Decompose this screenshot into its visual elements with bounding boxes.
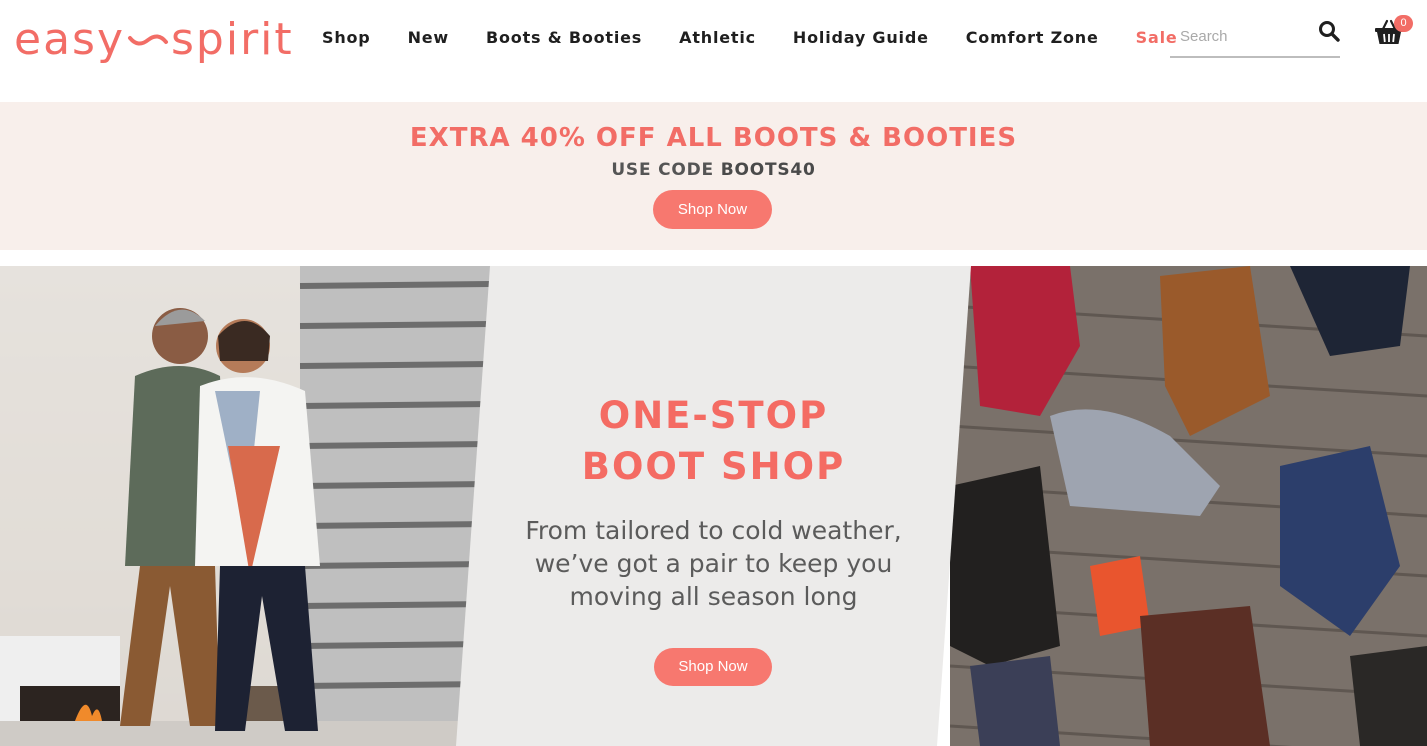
hero-banner[interactable]: ONE-STOP BOOT SHOP From tailored to cold… bbox=[0, 266, 1427, 746]
nav-item-boots-booties[interactable]: Boots & Booties bbox=[486, 28, 642, 47]
nav-item-holiday-guide[interactable]: Holiday Guide bbox=[793, 28, 929, 47]
nav-item-new[interactable]: New bbox=[408, 28, 449, 47]
hero-subtitle-line-1: From tailored to cold weather, bbox=[525, 516, 902, 545]
cart-button[interactable]: 0 bbox=[1374, 14, 1414, 46]
promo-shop-now-button[interactable]: Shop Now bbox=[653, 190, 772, 229]
hero-title: ONE-STOP BOOT SHOP bbox=[456, 390, 971, 492]
promo-code-line: USE CODE BOOTS40 bbox=[0, 160, 1427, 180]
logo-text-easy: easy bbox=[14, 14, 125, 65]
hero-subtitle-line-3: moving all season long bbox=[569, 582, 858, 611]
promo-code: BOOTS40 bbox=[720, 160, 816, 180]
hero-title-line-1: ONE-STOP bbox=[598, 394, 829, 437]
hero-shop-now-button[interactable]: Shop Now bbox=[654, 648, 772, 686]
search-input[interactable] bbox=[1180, 24, 1310, 48]
hero-subtitle-line-2: we’ve got a pair to keep you bbox=[534, 549, 893, 578]
hero-title-line-2: BOOT SHOP bbox=[581, 445, 846, 488]
nav-item-comfort-zone[interactable]: Comfort Zone bbox=[966, 28, 1099, 47]
hero-photo-women bbox=[0, 266, 490, 746]
logo-text-spirit: spirit bbox=[171, 14, 294, 65]
main-nav: Shop New Boots & Booties Athletic Holida… bbox=[322, 24, 1215, 50]
hero-photo-boots bbox=[950, 266, 1427, 746]
promo-banner[interactable]: EXTRA 40% OFF ALL BOOTS & BOOTIES USE CO… bbox=[0, 102, 1427, 250]
nav-item-shop[interactable]: Shop bbox=[322, 28, 371, 47]
promo-headline: EXTRA 40% OFF ALL BOOTS & BOOTIES bbox=[409, 123, 1018, 153]
site-header: easy spirit Shop New Boots & Booties Ath… bbox=[0, 0, 1427, 102]
nav-item-athletic[interactable]: Athletic bbox=[679, 28, 756, 47]
search-icon[interactable] bbox=[1318, 20, 1340, 42]
logo-wave-icon bbox=[128, 34, 168, 46]
cart-count-badge: 0 bbox=[1394, 15, 1413, 32]
promo-code-prefix: USE CODE bbox=[611, 160, 714, 180]
easy-spirit-logo[interactable]: easy spirit bbox=[14, 14, 294, 66]
hero-subtitle: From tailored to cold weather, we’ve got… bbox=[456, 514, 971, 613]
search-box bbox=[1170, 16, 1340, 58]
